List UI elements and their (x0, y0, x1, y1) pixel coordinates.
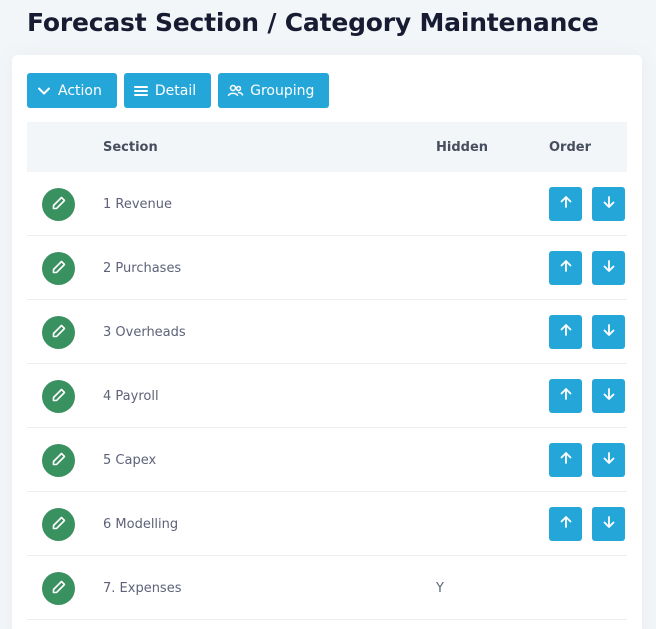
section-column-header: Section (103, 140, 158, 155)
table-row: 6 Modelling (27, 492, 627, 556)
arrow-up-icon (558, 450, 574, 470)
table-row: 7. Expenses Y (27, 556, 627, 620)
edit-button[interactable] (42, 316, 75, 349)
pencil-icon (51, 323, 67, 343)
arrow-up-icon (558, 258, 574, 278)
move-up-button[interactable] (549, 251, 582, 285)
arrow-down-icon (601, 322, 617, 342)
chevron-down-icon (36, 83, 52, 99)
arrow-down-icon (601, 258, 617, 278)
table-body: 1 Revenue 2 Purchases 3 Overheads 4 Payroll… (27, 172, 627, 620)
section-cell: 3 Overheads (103, 325, 186, 340)
table-row: 2 Purchases (27, 236, 627, 300)
action-button[interactable]: Action (27, 73, 117, 108)
arrow-down-icon (601, 386, 617, 406)
edit-button[interactable] (42, 572, 75, 605)
move-down-button[interactable] (592, 379, 625, 413)
detail-button[interactable]: Detail (123, 73, 212, 108)
pencil-icon (51, 515, 67, 535)
edit-button[interactable] (42, 188, 75, 221)
action-button-label: Action (58, 82, 102, 99)
move-up-button[interactable] (549, 443, 582, 477)
section-cell: 4 Payroll (103, 389, 159, 404)
arrow-down-icon (601, 450, 617, 470)
sections-table: Section Hidden Order 1 Revenue 2 Purchase… (27, 122, 627, 620)
arrow-up-icon (558, 322, 574, 342)
page-title: Forecast Section / Category Maintenance (27, 8, 599, 37)
hidden-cell: Y (436, 581, 444, 596)
move-down-button[interactable] (592, 187, 625, 221)
edit-button[interactable] (42, 380, 75, 413)
move-up-button[interactable] (549, 315, 582, 349)
move-down-button[interactable] (592, 507, 625, 541)
move-up-button[interactable] (549, 507, 582, 541)
edit-button[interactable] (42, 444, 75, 477)
section-cell: 2 Purchases (103, 261, 182, 276)
arrow-up-icon (558, 514, 574, 534)
section-cell: 6 Modelling (103, 517, 179, 532)
hidden-column-header: Hidden (436, 140, 489, 155)
section-cell: 5 Capex (103, 453, 157, 468)
table-row: 3 Overheads (27, 300, 627, 364)
edit-button[interactable] (42, 508, 75, 541)
arrow-up-icon (558, 386, 574, 406)
table-row: 4 Payroll (27, 364, 627, 428)
arrow-up-icon (558, 194, 574, 214)
order-column-header: Order (549, 140, 591, 155)
table-row: 5 Capex (27, 428, 627, 492)
pencil-icon (51, 259, 67, 279)
list-icon (133, 83, 149, 99)
move-up-button[interactable] (549, 187, 582, 221)
pencil-icon (51, 579, 67, 599)
table-header: Section Hidden Order (27, 122, 627, 172)
section-cell: 7. Expenses (103, 581, 182, 596)
pencil-icon (51, 387, 67, 407)
main-card: Action Detail Grouping Section Hidden Or… (12, 55, 642, 629)
grouping-button-label: Grouping (250, 82, 315, 99)
table-row: 1 Revenue (27, 172, 627, 236)
arrow-down-icon (601, 514, 617, 534)
section-cell: 1 Revenue (103, 197, 173, 212)
detail-button-label: Detail (154, 82, 197, 99)
move-up-button[interactable] (549, 379, 582, 413)
move-down-button[interactable] (592, 315, 625, 349)
edit-button[interactable] (42, 252, 75, 285)
grouping-button[interactable]: Grouping (218, 73, 330, 108)
move-down-button[interactable] (592, 443, 625, 477)
pencil-icon (51, 451, 67, 471)
move-down-button[interactable] (592, 251, 625, 285)
toolbar: Action Detail Grouping (27, 73, 330, 108)
pencil-icon (51, 195, 67, 215)
users-icon (227, 83, 244, 99)
arrow-down-icon (601, 194, 617, 214)
